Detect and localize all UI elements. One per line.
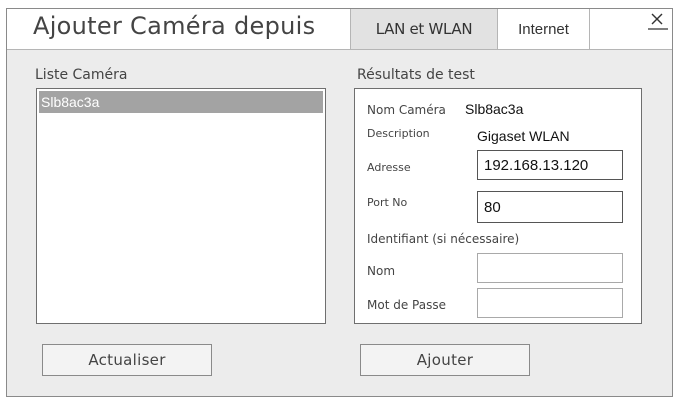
test-results-label: Résultats de test <box>357 67 475 83</box>
camera-name-value: Slb8ac3a <box>465 101 524 117</box>
close-button[interactable] <box>643 9 669 35</box>
address-field[interactable] <box>477 150 623 180</box>
refresh-button[interactable]: Actualiser <box>42 344 212 376</box>
password-field[interactable] <box>477 288 623 318</box>
dialog-titlebar: Ajouter Caméra depuis LAN et WLAN Intern… <box>7 9 672 50</box>
camera-list-label: Liste Caméra <box>35 67 128 83</box>
address-label: Adresse <box>367 161 411 174</box>
description-label: Description <box>367 127 430 140</box>
tab-lan-wlan[interactable]: LAN et WLAN <box>350 9 498 49</box>
list-item[interactable]: Slb8ac3a <box>39 91 323 113</box>
test-results-panel: Nom Caméra Slb8ac3a Description Gigaset … <box>354 88 642 324</box>
credentials-label: Identifiant (si nécessaire) <box>367 232 520 246</box>
username-label: Nom <box>367 264 396 278</box>
add-camera-dialog: Ajouter Caméra depuis LAN et WLAN Intern… <box>6 8 673 397</box>
port-label: Port No <box>367 196 408 209</box>
add-button[interactable]: Ajouter <box>360 344 530 376</box>
dialog-title: Ajouter Caméra depuis <box>33 12 316 40</box>
close-icon <box>648 13 668 30</box>
camera-list[interactable]: Slb8ac3a <box>36 88 326 324</box>
password-label: Mot de Passe <box>367 298 446 312</box>
port-field[interactable] <box>477 191 623 223</box>
description-value: Gigaset WLAN <box>477 128 570 144</box>
tab-internet[interactable]: Internet <box>498 9 590 49</box>
camera-name-label: Nom Caméra <box>367 103 446 117</box>
username-field[interactable] <box>477 253 623 283</box>
